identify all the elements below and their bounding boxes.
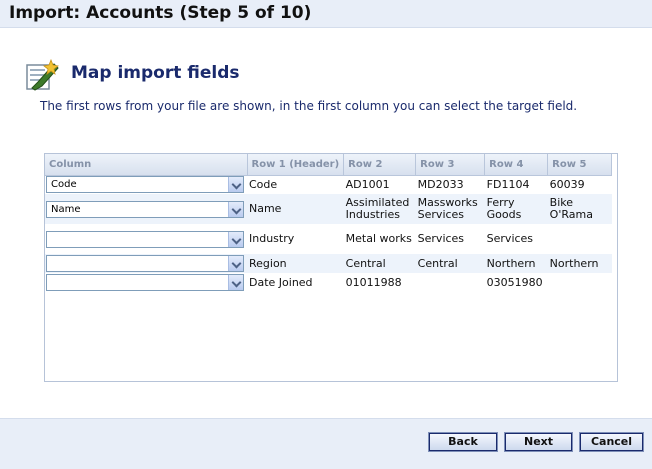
column-header-row5[interactable]: Row 5 bbox=[547, 154, 613, 176]
chevron-down-icon[interactable] bbox=[228, 231, 243, 247]
back-button[interactable]: Back bbox=[428, 432, 498, 452]
table-cell: Northern bbox=[484, 254, 548, 273]
table-cell: 60039 bbox=[549, 177, 585, 191]
table-cell: Code bbox=[249, 177, 278, 191]
column-header-row2[interactable]: Row 2 bbox=[343, 154, 417, 176]
table-row: Industry Metal works Services Services bbox=[45, 224, 612, 254]
chevron-down-icon[interactable] bbox=[228, 177, 243, 193]
chevron-down-icon[interactable] bbox=[228, 201, 243, 217]
field-mapping-select[interactable]: Code bbox=[46, 176, 244, 194]
instructions-text: The first rows from your file are shown,… bbox=[40, 99, 578, 113]
mapping-grid: Column Row 1 (Header) Row 2 Row 3 Row 4 … bbox=[44, 153, 618, 382]
table-cell: 01011988 bbox=[345, 275, 402, 289]
column-header-row4[interactable]: Row 4 bbox=[484, 154, 549, 176]
table-cell: MD2033 bbox=[417, 177, 464, 191]
wizard-wand-icon bbox=[26, 58, 59, 91]
field-mapping-select[interactable]: Name bbox=[46, 200, 244, 218]
field-mapping-value: Code bbox=[51, 179, 77, 191]
table-row: Date Joined 01011988 03051980 bbox=[45, 273, 612, 292]
table-cell: Region bbox=[247, 254, 344, 273]
chevron-down-icon[interactable] bbox=[228, 256, 243, 271]
table-row: Region Central Central Northern Northern bbox=[45, 254, 612, 273]
wizard-footer: Back Next Cancel bbox=[0, 418, 652, 469]
next-button[interactable]: Next bbox=[504, 432, 573, 452]
cancel-button[interactable]: Cancel bbox=[579, 432, 644, 452]
column-header-row3[interactable]: Row 3 bbox=[415, 154, 486, 176]
table-cell: AD1001 bbox=[345, 177, 390, 191]
field-mapping-value: Name bbox=[51, 203, 81, 215]
table-cell: Massworks Services bbox=[415, 194, 485, 224]
title-bar: Import: Accounts (Step 5 of 10) bbox=[0, 0, 652, 28]
table-cell: Industry bbox=[249, 232, 295, 245]
grid-header-row: Column Row 1 (Header) Row 2 Row 3 Row 4 … bbox=[45, 154, 613, 176]
table-row: Name Name Assimilated Industries Masswor… bbox=[45, 194, 612, 224]
field-mapping-select[interactable] bbox=[46, 255, 244, 272]
table-cell: Date Joined bbox=[249, 275, 313, 289]
table-row: Code Code AD1001 MD2033 FD1104 60039 bbox=[45, 175, 612, 194]
table-cell: Northern bbox=[547, 254, 612, 273]
column-header-mapping[interactable]: Column bbox=[45, 154, 248, 176]
field-mapping-select[interactable] bbox=[46, 230, 244, 248]
table-cell: Ferry Goods bbox=[484, 194, 548, 224]
table-cell: Assimilated Industries bbox=[343, 194, 416, 224]
table-cell bbox=[548, 224, 612, 254]
table-cell: Bike O'Rama bbox=[547, 194, 612, 224]
table-cell: Services bbox=[486, 232, 534, 245]
table-cell bbox=[548, 273, 612, 292]
mapping-table: Column Row 1 (Header) Row 2 Row 3 Row 4 … bbox=[45, 154, 613, 292]
table-cell: Services bbox=[417, 232, 465, 245]
section-title: Map import fields bbox=[71, 63, 240, 83]
table-cell: 03051980 bbox=[486, 275, 543, 289]
window-title: Import: Accounts (Step 5 of 10) bbox=[9, 3, 312, 23]
table-cell: Central bbox=[415, 254, 485, 273]
table-cell: Name bbox=[247, 194, 344, 224]
table-cell: Metal works bbox=[345, 232, 412, 245]
chevron-down-icon[interactable] bbox=[228, 275, 243, 290]
table-cell bbox=[416, 273, 485, 292]
table-cell: Central bbox=[343, 254, 416, 273]
field-mapping-select[interactable] bbox=[46, 274, 244, 291]
table-cell: FD1104 bbox=[486, 177, 530, 191]
column-header-row1[interactable]: Row 1 (Header) bbox=[247, 154, 345, 176]
